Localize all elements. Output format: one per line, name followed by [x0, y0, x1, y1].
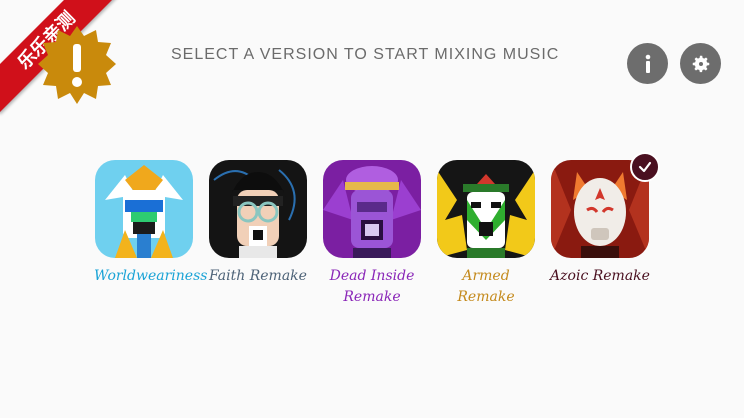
- warning-icon[interactable]: [36, 24, 118, 106]
- settings-button[interactable]: [680, 43, 721, 84]
- armed-remake-icon: [437, 160, 535, 258]
- version-label: Armed Remake: [457, 268, 515, 305]
- faith-remake-icon: [209, 160, 307, 258]
- version-armed-remake[interactable]: Armed Remake: [436, 160, 536, 308]
- check-icon: [638, 161, 652, 173]
- version-dead-inside-remake[interactable]: Dead Inside Remake: [322, 160, 422, 308]
- gear-icon: [692, 55, 709, 72]
- selected-check-badge: [630, 152, 660, 182]
- version-label: Faith Remake: [209, 268, 307, 284]
- version-worldweariness[interactable]: Worldweariness: [94, 160, 208, 287]
- version-azoic-remake[interactable]: Azoic Remake: [550, 160, 650, 287]
- version-label: Azoic Remake: [550, 268, 650, 284]
- info-icon: [645, 54, 650, 73]
- page-title: SELECT A VERSION TO START MIXING MUSIC: [171, 46, 560, 63]
- version-label: Worldweariness: [94, 268, 208, 284]
- dead-inside-remake-icon: [323, 160, 421, 258]
- version-faith-remake[interactable]: Faith Remake: [208, 160, 308, 287]
- info-button[interactable]: [627, 43, 668, 84]
- version-label: Dead Inside Remake: [329, 268, 415, 305]
- worldweariness-icon: [95, 160, 193, 258]
